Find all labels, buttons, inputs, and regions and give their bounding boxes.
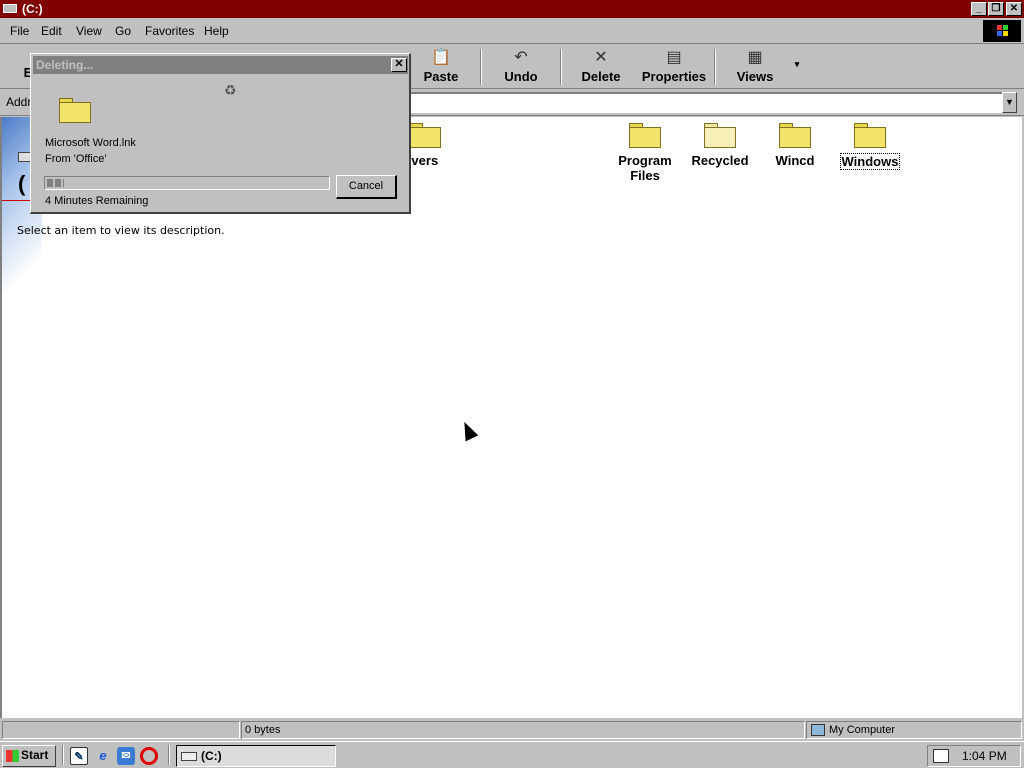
- menu-edit[interactable]: Edit: [41, 24, 62, 38]
- delete-label: Delete: [581, 69, 621, 84]
- taskbar-separator: [62, 745, 64, 765]
- menu-help[interactable]: Help: [204, 24, 229, 38]
- window-title: (C:): [22, 2, 43, 16]
- folder-label: Recycled: [691, 153, 749, 168]
- start-button[interactable]: Start: [2, 745, 56, 767]
- menu-view[interactable]: View: [76, 24, 102, 38]
- dialog-close-button[interactable]: ✕: [391, 58, 407, 72]
- views-button[interactable]: ▦ Views: [728, 47, 782, 87]
- clipboard-icon: 📋: [431, 49, 451, 66]
- folder-icon: [854, 123, 886, 149]
- system-tray: 1:04 PM: [927, 745, 1021, 767]
- paste-label: Paste: [423, 69, 459, 84]
- drive-icon: [3, 4, 17, 13]
- cancel-button[interactable]: Cancel: [336, 175, 397, 199]
- undo-icon: ↶: [514, 49, 528, 66]
- folder-item-recycled[interactable]: Recycled: [680, 123, 760, 168]
- taskbar-separator: [168, 745, 170, 765]
- dialog-title: Deleting...: [36, 58, 94, 72]
- status-size: 0 bytes: [241, 721, 805, 739]
- undo-button[interactable]: ↶ Undo: [492, 47, 550, 87]
- properties-button[interactable]: ▤ Properties: [636, 47, 712, 87]
- deleting-source-folder: From 'Office': [45, 153, 107, 165]
- taskbar: Start ✎ e ✉ (C:) 1:04 PM: [0, 741, 1024, 768]
- window-titlebar[interactable]: (C:) _ ❐ ✕: [0, 0, 1024, 18]
- properties-icon: ▤: [666, 49, 682, 66]
- folder-item-wincd[interactable]: Wincd: [755, 123, 835, 168]
- address-dropdown-arrow-icon[interactable]: ▼: [1002, 92, 1017, 113]
- status-zone-label: My Computer: [829, 724, 896, 736]
- internet-explorer-icon[interactable]: e: [94, 747, 112, 765]
- status-bar: 0 bytes My Computer: [0, 719, 1024, 741]
- folder-label: ivers: [407, 153, 439, 168]
- folder-icon: [779, 123, 811, 149]
- address-input[interactable]: [406, 92, 1004, 113]
- drive-icon: [181, 752, 197, 761]
- toolbar-separator: [714, 49, 716, 85]
- folder-label: Wincd: [775, 153, 815, 168]
- toolbar-separator: [480, 49, 482, 85]
- item-description: Select an item to view its description.: [17, 224, 225, 237]
- my-computer-icon: [811, 724, 825, 736]
- close-button[interactable]: ✕: [1006, 2, 1022, 16]
- views-icon: ▦: [747, 49, 763, 66]
- menu-bar: File Edit View Go Favorites Help: [0, 19, 1024, 44]
- time-remaining: 4 Minutes Remaining: [45, 195, 149, 207]
- folder-item-windows[interactable]: Windows: [830, 123, 910, 170]
- recycled-folder-icon: [704, 123, 736, 149]
- menu-file[interactable]: File: [10, 24, 29, 38]
- outlook-express-icon[interactable]: ✉: [117, 747, 135, 765]
- windows-flag-icon: [6, 750, 19, 762]
- taskbar-button-label: (C:): [201, 749, 222, 763]
- minimize-button[interactable]: _: [971, 2, 987, 16]
- taskbar-button-c-drive[interactable]: (C:): [176, 745, 336, 767]
- address-label: Addr: [6, 95, 32, 109]
- scheduler-icon[interactable]: [933, 749, 949, 763]
- windows-logo-icon: [983, 20, 1021, 42]
- start-label: Start: [21, 748, 49, 762]
- restore-button[interactable]: ❐: [988, 2, 1004, 16]
- delete-button[interactable]: ✕ Delete: [572, 47, 630, 87]
- folder-label: Windows: [839, 153, 901, 170]
- status-zone: My Computer: [806, 721, 1022, 739]
- opera-icon[interactable]: [140, 747, 158, 765]
- status-panel-objects: [2, 721, 240, 739]
- dialog-titlebar[interactable]: Deleting... ✕: [33, 56, 408, 74]
- clock[interactable]: 1:04 PM: [962, 749, 1007, 763]
- deleting-file-name: Microsoft Word.lnk: [45, 137, 136, 149]
- show-desktop-icon[interactable]: ✎: [70, 747, 88, 765]
- undo-label: Undo: [504, 69, 538, 84]
- recycle-bin-icon: ♻: [224, 82, 237, 98]
- menu-go[interactable]: Go: [115, 24, 131, 38]
- deleting-dialog: Deleting... ✕ ♻ Microsoft Word.lnk From …: [30, 53, 411, 214]
- menu-favorites[interactable]: Favorites: [145, 24, 194, 38]
- web-view-title-partial: (: [18, 171, 26, 196]
- views-label: Views: [736, 69, 774, 84]
- animated-folder-icon: [59, 98, 91, 124]
- folder-item-program-files[interactable]: Program Files: [605, 123, 685, 183]
- folder-icon: [629, 123, 661, 149]
- delete-x-icon: ✕: [594, 49, 608, 66]
- paste-button[interactable]: 📋 Paste: [410, 47, 472, 87]
- folder-icon: [409, 123, 441, 149]
- folder-label: Program Files: [618, 153, 672, 183]
- properties-label: Properties: [641, 69, 707, 84]
- delete-progress-bar: [44, 176, 330, 190]
- progress-fill: [47, 179, 64, 187]
- toolbar-separator: [560, 49, 562, 85]
